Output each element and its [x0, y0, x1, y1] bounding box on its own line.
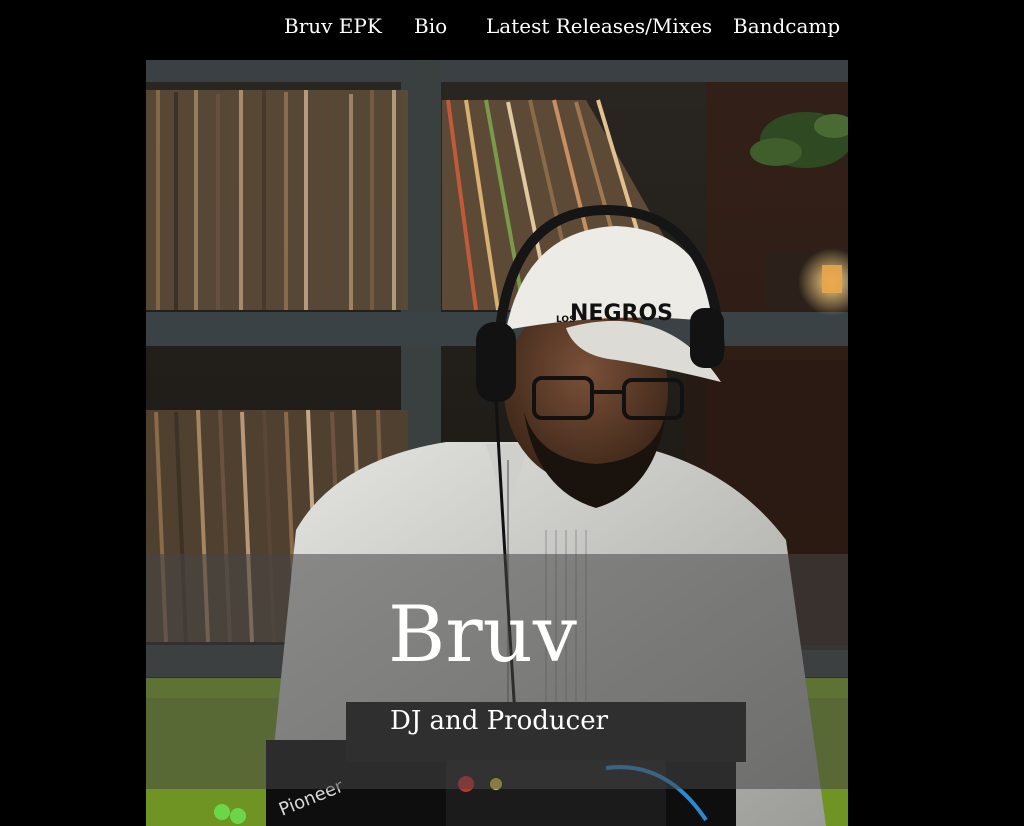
cap-logo-small-text: LOS [556, 315, 576, 325]
nav-link-bio[interactable]: Bio [414, 14, 447, 38]
nav-link-latest-releases-mixes[interactable]: Latest Releases/Mixes [486, 14, 712, 38]
nav-link-bandcamp[interactable]: Bandcamp [733, 14, 840, 38]
hero-title: Bruv [388, 590, 577, 680]
hero-section: NEGROS LOS Pioneer Bruv DJ and Producer [146, 60, 848, 826]
hero-subtitle: DJ and Producer [390, 706, 609, 736]
nav-link-bruv-epk[interactable]: Bruv EPK [284, 14, 382, 38]
top-navigation: Bruv EPK Bio Latest Releases/Mixes Bandc… [0, 0, 1024, 58]
cap-logo-text: NEGROS [570, 301, 673, 326]
